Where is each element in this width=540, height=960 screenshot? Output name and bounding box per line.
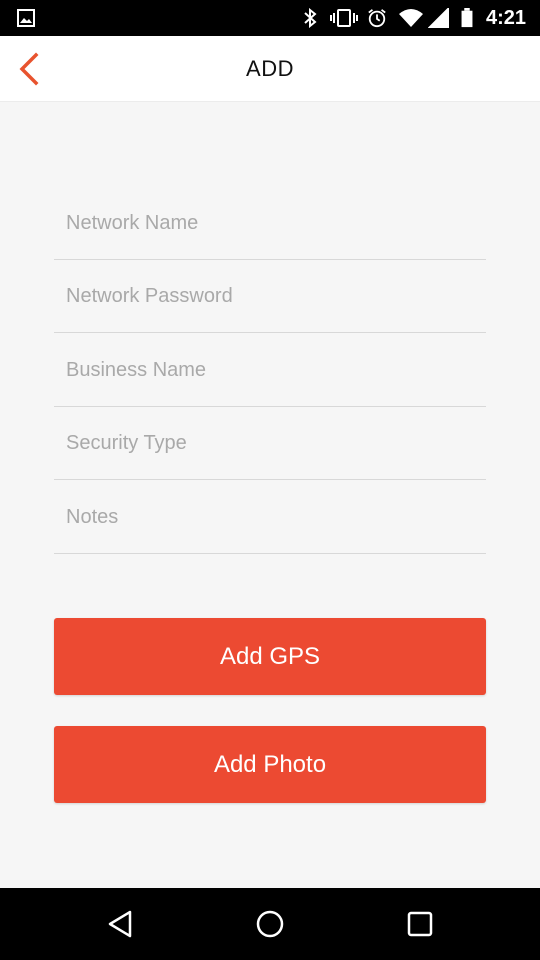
security-type-field [54,407,486,481]
image-notification-icon [17,9,35,27]
clock: 4:21 [485,7,526,29]
back-triangle-icon [108,910,132,938]
battery-icon [461,8,473,28]
alarm-icon [368,9,386,28]
app-bar: ADD [0,36,540,102]
network-name-input[interactable] [66,204,486,242]
chevron-left-icon [19,52,39,86]
nav-recents-button[interactable] [400,904,440,944]
system-nav-bar [0,888,540,960]
nav-back-button[interactable] [100,904,140,944]
business-name-field [54,333,486,407]
security-type-input[interactable] [66,424,486,463]
home-circle-icon [256,910,284,938]
page-title: ADD [246,56,294,81]
add-gps-label: Add GPS [219,642,321,670]
bluetooth-icon [304,8,317,28]
notes-field [54,480,486,554]
wifi-icon [399,9,423,27]
signal-icon [428,8,449,28]
business-name-input[interactable] [66,351,486,390]
recents-square-icon [407,911,433,937]
add-photo-label: Add Photo [213,750,327,778]
nav-home-button[interactable] [250,904,290,944]
notes-input[interactable] [66,498,486,537]
add-gps-button[interactable]: Add GPS [54,618,486,695]
network-name-field [54,186,486,260]
add-photo-button[interactable]: Add Photo [54,726,486,803]
vibrate-icon [330,9,358,27]
network-password-field [54,260,486,334]
back-button[interactable] [4,44,54,94]
network-password-input[interactable] [66,277,486,316]
add-network-form [54,186,486,554]
status-bar: 4:21 [0,0,540,36]
